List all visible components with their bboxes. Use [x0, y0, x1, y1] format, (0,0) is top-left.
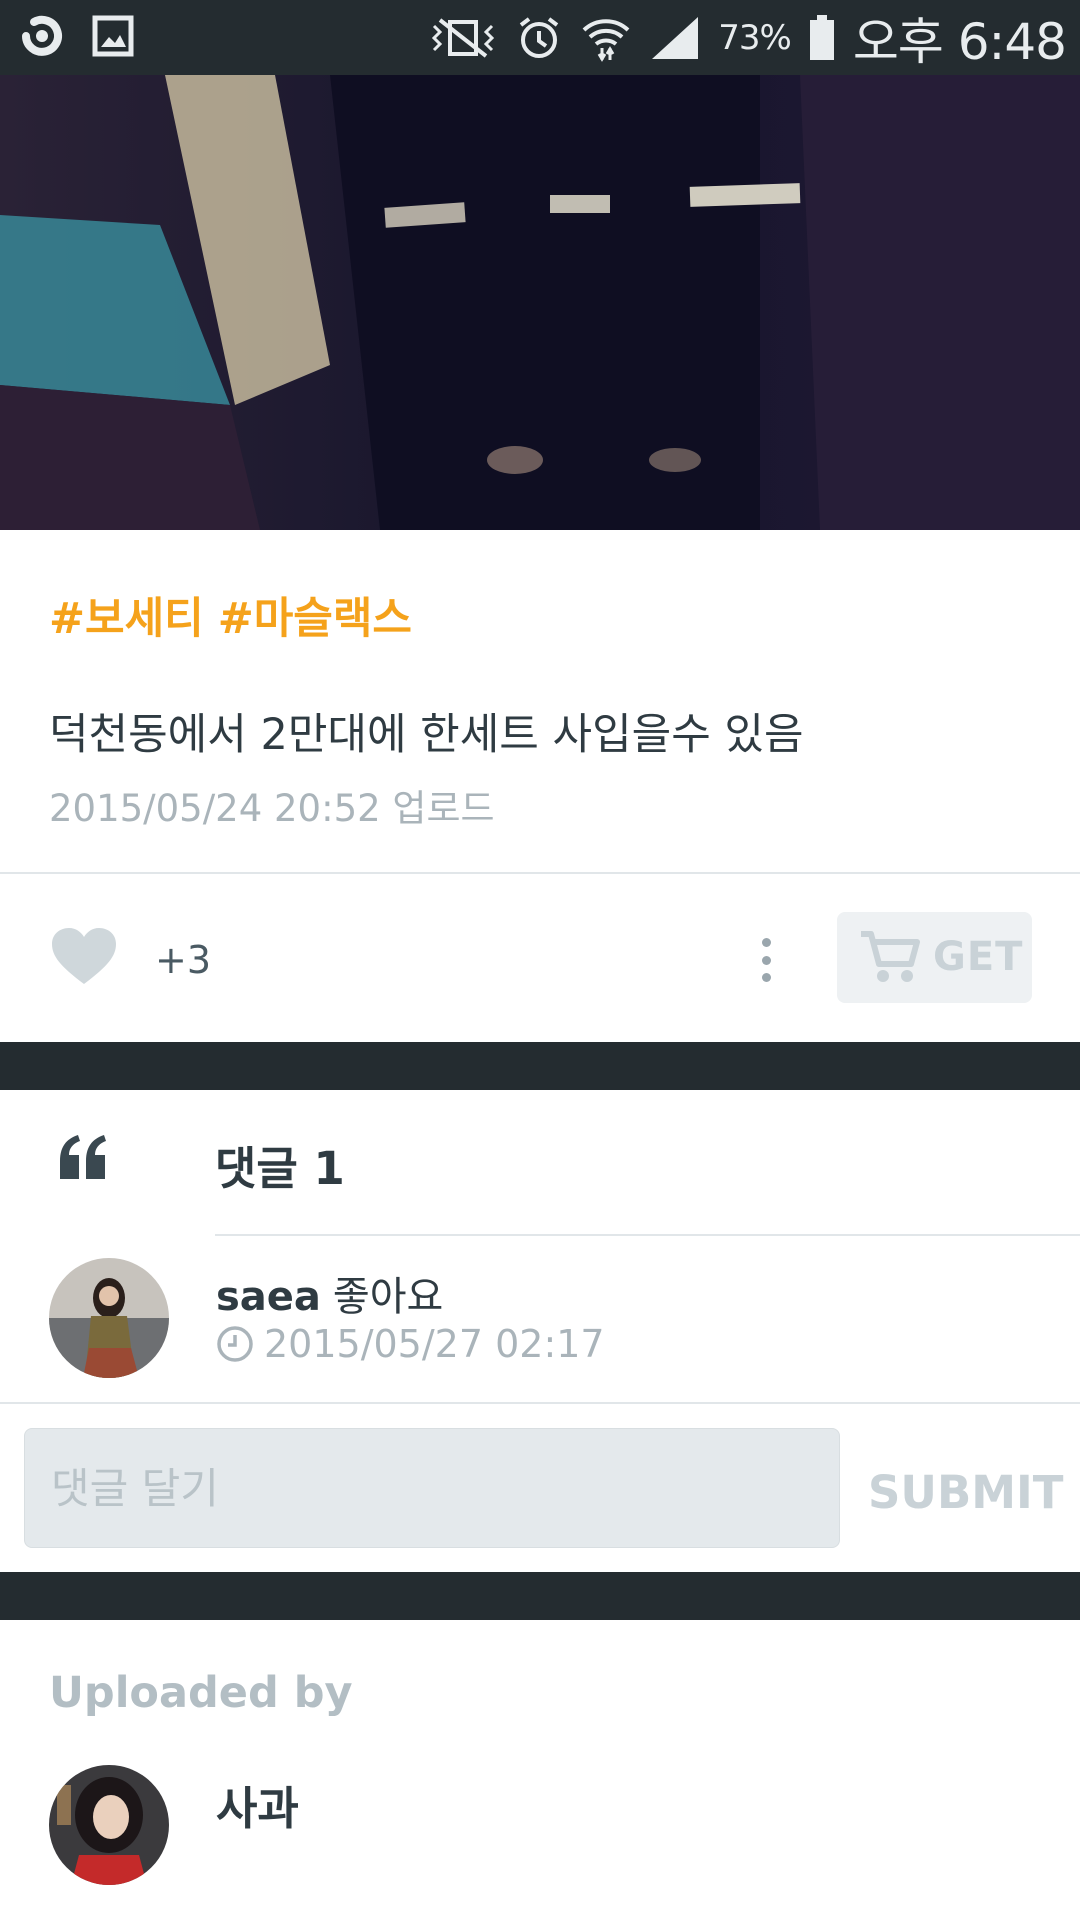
like-count: +3 — [155, 938, 212, 982]
vibrate-icon — [428, 16, 498, 60]
status-bar: 73% 오후 6:48 — [0, 0, 1080, 75]
divider — [0, 1402, 1080, 1404]
comment-body: 좋아요 — [332, 1274, 444, 1320]
quote-icon — [58, 1135, 108, 1183]
heart-icon — [52, 928, 116, 984]
comment-time: 2015/05/27 02:17 — [216, 1322, 605, 1366]
get-button[interactable]: GET — [837, 912, 1032, 1003]
cart-icon — [859, 928, 921, 990]
section-separator — [0, 1042, 1080, 1090]
like-button[interactable] — [52, 928, 116, 990]
clock: 오후 6:48 — [852, 12, 1067, 71]
app-logo-icon — [18, 12, 66, 60]
avatar[interactable] — [49, 1258, 169, 1378]
get-button-label: GET — [933, 934, 1024, 980]
more-options-icon[interactable] — [758, 938, 774, 982]
comment-time-text: 2015/05/27 02:17 — [264, 1322, 605, 1366]
tag-link[interactable]: #마슬랙스 — [218, 594, 412, 644]
comment-input[interactable] — [24, 1428, 840, 1548]
divider — [0, 872, 1080, 874]
post-upload-date: 2015/05/24 20:52 업로드 — [49, 787, 495, 830]
post-photo-image — [0, 75, 1080, 530]
post-description: 덕천동에서 2만대에 한세트 사입을수 있음 — [49, 710, 804, 760]
battery-percent: 73% — [718, 17, 792, 58]
section-separator — [0, 1572, 1080, 1620]
post-photo[interactable] — [0, 75, 1080, 530]
wifi-icon — [580, 14, 632, 62]
post-tags: #보세티 #마슬랙스 — [49, 584, 426, 646]
battery-icon — [809, 14, 835, 61]
uploader-avatar[interactable] — [49, 1765, 169, 1885]
clock-icon — [217, 1326, 253, 1362]
tag-link[interactable]: #보세티 — [49, 594, 204, 644]
comment-text: saea 좋아요 — [216, 1264, 443, 1322]
comment-username[interactable]: saea — [216, 1274, 321, 1320]
gallery-icon — [92, 15, 134, 57]
comments-title: 댓글 1 — [215, 1142, 345, 1195]
uploaded-by-label: Uploaded by — [49, 1668, 353, 1718]
signal-icon — [650, 15, 700, 61]
divider — [215, 1234, 1080, 1236]
submit-button[interactable]: SUBMIT — [868, 1466, 1063, 1519]
uploader-name[interactable]: 사과 — [216, 1772, 299, 1837]
alarm-icon — [516, 15, 562, 61]
